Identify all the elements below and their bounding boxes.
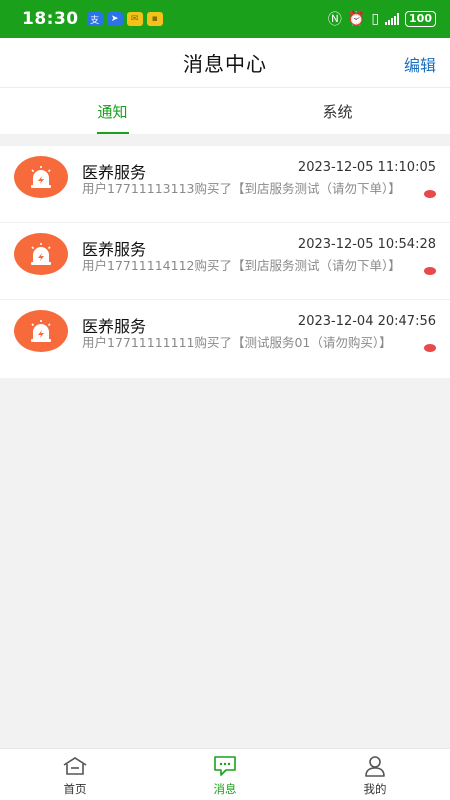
alarm-icon xyxy=(14,310,68,352)
bottom-nav: 首页 消息 我的 xyxy=(0,748,450,800)
tab-bar: 通知 系统 xyxy=(0,88,450,134)
message-title: 医养服务 xyxy=(82,163,147,182)
message-time: 2023-12-04 20:47:56 xyxy=(297,314,436,329)
edit-button[interactable]: 编辑 xyxy=(404,52,436,76)
nfc-icon: Ⓝ xyxy=(327,12,342,28)
status-bar: 18:30 支 ➤ ✉ ▪ Ⓝ ⏰ ▯ 100 xyxy=(0,0,450,38)
user-icon xyxy=(361,754,389,778)
nav-profile-label: 我的 xyxy=(363,782,387,796)
alipay-icon: 支 xyxy=(86,12,103,26)
message-description: 用户17711111111购买了【测试服务01（请勿购买）】 xyxy=(82,335,392,350)
signal-icon xyxy=(385,13,400,25)
nav-home-label: 首页 xyxy=(63,782,87,796)
app-badge-icon: ▪ xyxy=(146,12,163,26)
vibrate-icon: ▯ xyxy=(371,11,380,27)
alarm-icon xyxy=(14,233,68,275)
message-item[interactable]: 医养服务 2023-12-04 20:47:56 用户17711111111购买… xyxy=(0,300,450,378)
message-title: 医养服务 xyxy=(82,240,147,259)
page-title: 消息中心 xyxy=(183,52,267,76)
tab-notifications[interactable]: 通知 xyxy=(0,88,225,134)
nav-messages-label: 消息 xyxy=(213,782,237,796)
alarm-icon: ⏰ xyxy=(347,11,366,27)
message-time: 2023-12-05 11:10:05 xyxy=(297,160,436,175)
home-icon xyxy=(61,754,89,778)
message-description: 用户17711113113购买了【到店服务测试（请勿下单）】 xyxy=(82,181,401,196)
alarm-icon xyxy=(14,156,68,198)
battery-indicator: 100 xyxy=(405,11,436,27)
page-header: 消息中心 编辑 xyxy=(0,38,450,88)
message-title: 医养服务 xyxy=(82,317,147,336)
tab-system[interactable]: 系统 xyxy=(225,88,450,134)
status-time: 18:30 xyxy=(22,9,79,29)
message-time: 2023-12-05 10:54:28 xyxy=(297,237,436,252)
nav-profile[interactable]: 我的 xyxy=(300,749,450,800)
location-icon: ➤ xyxy=(106,12,123,26)
mail-icon: ✉ xyxy=(126,12,143,26)
message-list: 医养服务 2023-12-05 11:10:05 用户17711113113购买… xyxy=(0,146,450,378)
unread-dot xyxy=(424,344,436,352)
nav-messages[interactable]: 消息 xyxy=(150,749,300,800)
unread-dot xyxy=(424,190,436,198)
message-item[interactable]: 医养服务 2023-12-05 11:10:05 用户17711113113购买… xyxy=(0,146,450,223)
message-icon xyxy=(211,754,239,778)
unread-dot xyxy=(424,267,436,275)
message-item[interactable]: 医养服务 2023-12-05 10:54:28 用户17711114112购买… xyxy=(0,223,450,300)
status-right: Ⓝ ⏰ ▯ 100 xyxy=(328,9,436,29)
message-description: 用户17711114112购买了【到店服务测试（请勿下单）】 xyxy=(82,258,401,273)
nav-home[interactable]: 首页 xyxy=(0,749,150,800)
notification-icons: 支 ➤ ✉ ▪ xyxy=(86,12,163,26)
